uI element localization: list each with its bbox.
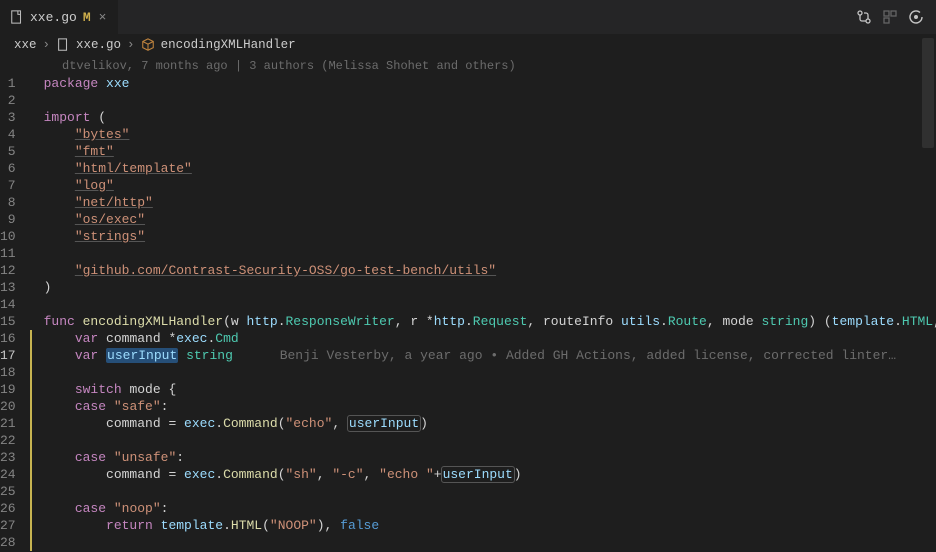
selection: userInput (106, 348, 178, 363)
breadcrumb: xxe › xxe.go › encodingXMLHandler (0, 34, 936, 56)
code-editor[interactable]: 1234567891011121314151617181920212223242… (0, 73, 936, 551)
file-icon (56, 38, 70, 52)
git-blame-summary: dtvelikov, 7 months ago | 3 authors (Mel… (0, 59, 936, 73)
sync-icon[interactable] (908, 9, 924, 25)
line-gutter: 1234567891011121314151617181920212223242… (0, 75, 30, 551)
crumb-symbol[interactable]: encodingXMLHandler (161, 38, 296, 52)
extension-icon[interactable] (882, 9, 898, 25)
chevron-right-icon: › (43, 38, 51, 52)
code-area[interactable]: package xxe import ( "bytes" "fmt" "html… (30, 75, 936, 551)
scrollbar[interactable] (922, 38, 934, 528)
crumb-root[interactable]: xxe (14, 38, 37, 52)
symbol-icon (141, 38, 155, 52)
crumb-file[interactable]: xxe.go (76, 38, 121, 52)
editor-actions (856, 9, 936, 25)
scroll-thumb[interactable] (922, 38, 934, 148)
git-compare-icon[interactable] (856, 9, 872, 25)
chevron-right-icon: › (127, 38, 135, 52)
tab-xxe[interactable]: xxe.go M × (0, 0, 118, 34)
tab-modified-indicator: M (83, 10, 91, 25)
tabbar: xxe.go M × (0, 0, 936, 34)
go-file-icon (10, 10, 24, 24)
tab-filename: xxe.go (30, 10, 77, 25)
git-blame-lens: Benji Vesterby, a year ago • Added GH Ac… (280, 348, 896, 363)
close-icon[interactable]: × (97, 10, 109, 25)
